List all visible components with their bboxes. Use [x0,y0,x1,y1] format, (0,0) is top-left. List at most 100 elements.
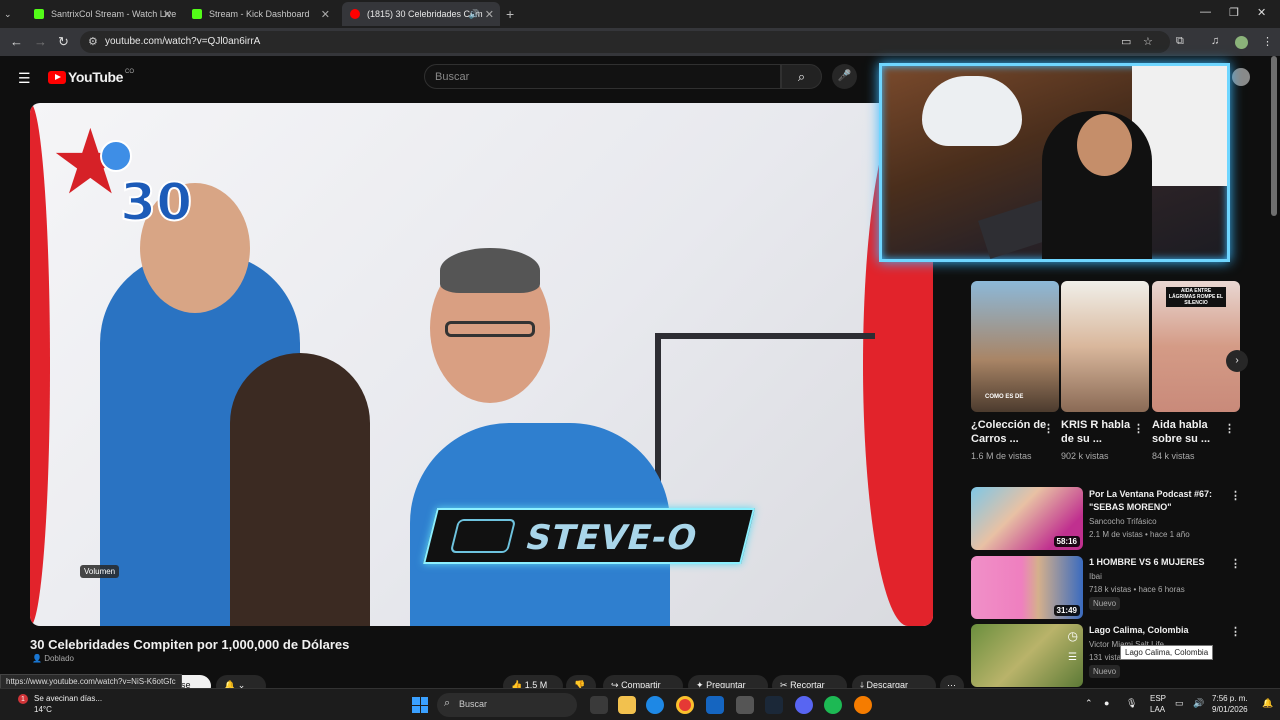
short-title[interactable]: KRIS R habla de su ... [1061,418,1137,446]
chair [922,76,1022,146]
back-button[interactable]: ← [10,34,23,49]
more-actions-icon[interactable]: ⋮ [1043,422,1054,435]
taskbar-search[interactable]: ⌕ Buscar [437,693,577,717]
more-actions-icon[interactable]: ⋮ [1230,557,1241,570]
language: ESP [1150,694,1167,703]
short-thumbnail[interactable] [1061,281,1149,412]
beast-logo-icon [449,519,517,553]
reload-button[interactable]: ↻ [58,34,69,50]
duration-badge: 31:49 [1053,605,1080,616]
input-language[interactable]: ESP LAA [1150,693,1166,715]
video-thumbnail[interactable]: 31:49 [971,556,1083,619]
spotify-icon[interactable] [824,696,842,714]
video-thumbnail[interactable]: 58:16 [971,487,1083,550]
menu-icon[interactable]: ⋮ [1262,35,1273,48]
account-avatar[interactable] [1232,68,1250,86]
kick-icon [192,9,202,19]
close-icon[interactable]: ✕ [485,8,494,21]
cast-icon[interactable]: ▭ [1121,35,1131,48]
short-thumbnail[interactable]: COMO ES DE [971,281,1059,412]
tab-title: (1815) 30 Celebridades Com [367,9,483,19]
minimize-button[interactable]: — [1200,6,1211,18]
tab-kick-dashboard[interactable]: Stream - Kick Dashboard ✕ [184,2,336,26]
short-views: 1.6 M de vistas [971,451,1032,461]
chevron-down-icon: ⌄ [4,8,12,19]
hamburger-menu-icon[interactable]: ☰ [18,70,31,87]
start-button[interactable] [412,697,428,713]
tab-list-button[interactable]: ⌄ [4,2,22,26]
kick-icon [34,9,44,19]
site-info-icon[interactable]: ⚙ [88,35,98,48]
chrome-icon[interactable] [676,696,694,714]
more-actions-icon[interactable]: ⋮ [1133,422,1144,435]
extensions-icon[interactable]: ⧉ [1176,35,1184,48]
more-actions-icon[interactable]: ⋮ [1224,422,1235,435]
badge-number: 30 [119,172,193,234]
show-hidden-icons[interactable]: ⌃ [1085,698,1093,709]
file-explorer-icon[interactable] [618,696,636,714]
tray-app-icon[interactable]: ● [1104,698,1109,708]
speaker-icon[interactable]: 🔊 [469,9,480,20]
nameplate-text: STEVE-O [521,518,702,558]
chevron-right-icon: › [1235,355,1239,366]
search-input[interactable]: Buscar [424,64,781,89]
clock[interactable]: 7:56 p. m. 9/01/2026 [1212,693,1248,715]
person-right-hair [440,248,540,293]
taskbar: 1 Se avecinan días... 14°C ⌕ Buscar ⌃ ● … [0,688,1280,720]
media-control-icon[interactable]: ♫ [1211,35,1219,47]
new-tab-button[interactable]: + [506,6,514,22]
more-actions-icon[interactable]: ⋮ [1230,489,1241,502]
task-view-icon[interactable] [590,696,608,714]
bookmark-star-icon[interactable]: ☆ [1143,35,1153,48]
youtube-logo[interactable]: YouTube CO [48,69,134,85]
close-icon[interactable]: ✕ [321,8,330,21]
url-field[interactable]: ⚙ youtube.com/watch?v=QJl0an6irrA [80,31,1170,53]
nameplate-overlay: STEVE-O [423,508,755,564]
short-thumbnail[interactable]: AIDA ENTRE LÁGRIMAS ROMPE EL SILENCIO [1152,281,1240,412]
notifications-icon[interactable]: 🔔 [1262,698,1273,709]
discord-icon[interactable] [795,696,813,714]
recommendation-title[interactable]: 1 HOMBRE VS 6 MUJERES [1089,556,1224,569]
volume-icon[interactable]: 🔊 [1193,698,1204,709]
store-icon[interactable] [706,696,724,714]
recommendation-title[interactable]: Lago Calima, Colombia [1089,624,1224,637]
restore-button[interactable]: ❐ [1229,6,1239,19]
page-scrollbar[interactable] [1271,56,1277,216]
channel-name[interactable]: Sancocho Trifásico [1089,517,1157,526]
video-thumbnail[interactable]: ◷ ☰ [971,624,1083,687]
forward-button[interactable]: → [34,34,47,49]
edge-icon[interactable] [646,696,664,714]
video-player[interactable]: ★ 30 STEVE-O Volumen [30,103,933,626]
video-title: 30 Celebridades Compiten por 1,000,000 d… [30,637,350,652]
new-badge: Nuevo [1089,597,1121,610]
youtube-icon [350,9,360,19]
tab-bar: ⌄ SantrixCol Stream - Watch Live ✕ Strea… [0,0,1280,28]
profile-avatar[interactable] [1235,36,1248,49]
short-title[interactable]: ¿Colección de Carros ... [971,418,1047,446]
recommendation-title[interactable]: Por La Ventana Podcast #67: "SEBAS MOREN… [1089,488,1224,514]
close-icon[interactable]: ✕ [163,8,172,21]
search-button[interactable]: ⌕ [781,64,822,89]
url-text: youtube.com/watch?v=QJl0an6irrA [105,36,261,47]
channel-badge-logo: ★ 30 [50,118,200,234]
app-icon[interactable] [736,696,754,714]
watch-later-icon[interactable]: ◷ [1068,629,1078,643]
voice-search-button[interactable]: 🎤 [832,64,857,89]
shorts-next-button[interactable]: › [1226,350,1248,372]
video-meta: 2.1 M de vistas • hace 1 año [1089,530,1190,539]
add-to-queue-icon[interactable]: ☰ [1068,652,1077,663]
mic-tray-icon[interactable]: 🎙 [1126,698,1137,709]
tab-santrixcol[interactable]: SantrixCol Stream - Watch Live ✕ [26,2,178,26]
more-actions-icon[interactable]: ⋮ [1230,625,1241,638]
doorway-frame [655,333,875,626]
network-icon[interactable]: ▭ [1175,698,1184,709]
weather-widget[interactable]: 1 Se avecinan días... 14°C [18,693,102,715]
clock-time: 7:56 p. m. [1212,694,1248,703]
steam-icon[interactable] [765,696,783,714]
search-icon: ⌕ [797,69,806,84]
short-title[interactable]: Aida habla sobre su ... [1152,418,1228,446]
tab-youtube-video[interactable]: (1815) 30 Celebridades Com 🔊 ✕ [342,2,500,26]
channel-name[interactable]: Ibai [1089,572,1102,581]
close-window-button[interactable]: ✕ [1257,6,1266,19]
app-icon[interactable] [854,696,872,714]
